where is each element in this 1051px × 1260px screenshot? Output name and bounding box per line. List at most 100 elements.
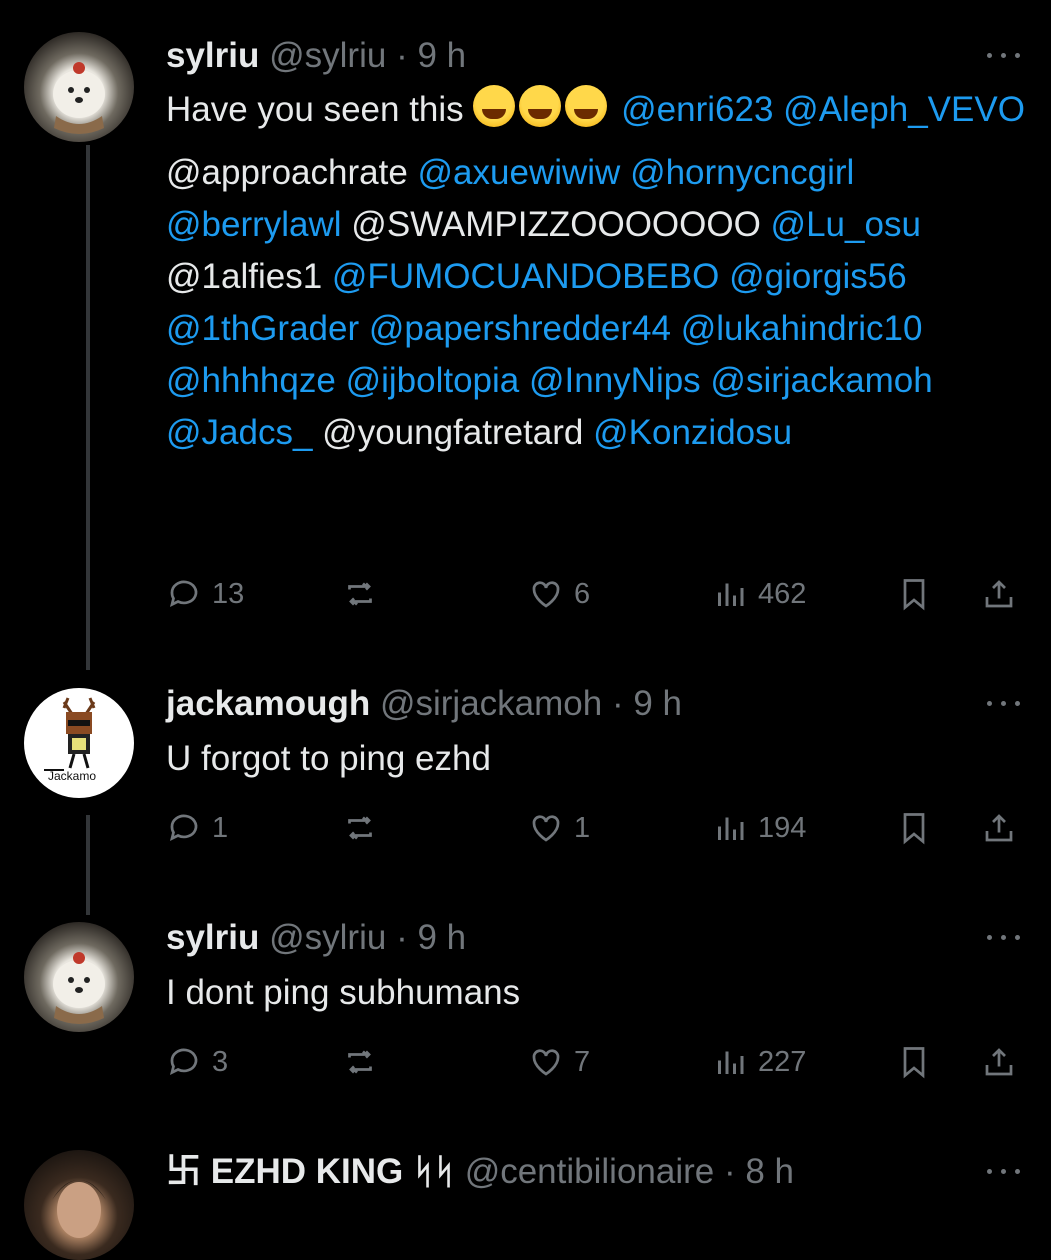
- share-button[interactable]: [981, 1040, 1017, 1084]
- more-options-icon[interactable]: [987, 50, 1023, 60]
- timestamp[interactable]: · 8 h: [724, 1152, 794, 1191]
- display-name[interactable]: sylriu: [166, 918, 259, 957]
- tweet-text-segment: I dont ping subhumans: [166, 973, 521, 1012]
- mention-link[interactable]: @hornycncgirl: [630, 153, 854, 192]
- mention-link[interactable]: @berrylawl: [166, 205, 342, 244]
- tweet-text-segment: Have you seen this: [166, 90, 474, 129]
- tweet-text-segment: @1alfies1: [166, 257, 332, 296]
- avatar[interactable]: [24, 922, 134, 1032]
- views-count: 194: [758, 811, 807, 844]
- mention-link[interactable]: @Konzidosu: [593, 413, 792, 452]
- repost-icon: [342, 1044, 378, 1080]
- reply-button[interactable]: 1: [166, 806, 228, 850]
- share-icon: [981, 810, 1017, 846]
- mention-link[interactable]: @1thGrader: [166, 309, 359, 348]
- reply-button[interactable]: 3: [166, 1040, 228, 1084]
- like-button[interactable]: 1: [528, 806, 590, 850]
- mention-link[interactable]: @axuewiwiw: [418, 153, 621, 192]
- like-count: 7: [574, 1045, 591, 1078]
- more-options-icon[interactable]: [987, 932, 1023, 942]
- user-handle[interactable]: @sylriu: [269, 918, 386, 957]
- bookmark-icon: [896, 576, 932, 612]
- tears-of-joy-icon: [473, 85, 516, 127]
- share-icon: [981, 576, 1017, 612]
- action-bar: 3 7 227: [166, 1040, 1031, 1084]
- tweet-text: I dont ping subhumans: [166, 967, 1026, 1019]
- action-bar: 13 6 462: [166, 572, 1031, 616]
- display-name[interactable]: jackamough: [166, 684, 370, 723]
- like-count: 6: [574, 577, 591, 610]
- timestamp[interactable]: · 9 h: [396, 36, 466, 75]
- user-handle[interactable]: @sirjackamoh: [380, 684, 602, 723]
- thread-line: [86, 815, 90, 915]
- mention-link[interactable]: @hhhhqze: [166, 361, 336, 400]
- action-bar: 1 1 194: [166, 806, 1031, 850]
- tweet-text-segment: [519, 361, 529, 400]
- mention-link[interactable]: @Lu_osu: [771, 205, 921, 244]
- user-handle[interactable]: @centibilionaire: [465, 1152, 715, 1191]
- bookmark-button[interactable]: [896, 1040, 932, 1084]
- like-icon: [528, 576, 564, 612]
- mention-link[interactable]: @papershredder44: [369, 309, 671, 348]
- dog-avatar-image: [53, 62, 105, 134]
- like-icon: [528, 1044, 564, 1080]
- tears-of-joy-icon: [519, 85, 562, 127]
- tweet-text-segment: [719, 257, 729, 296]
- tweet-text: U forgot to ping ezhd: [166, 733, 1026, 785]
- reply-button[interactable]: 13: [166, 572, 244, 616]
- views-button[interactable]: 194: [712, 806, 806, 850]
- mention-link[interactable]: @ijboltopia: [346, 361, 520, 400]
- bookmark-icon: [896, 810, 932, 846]
- tweet-text-segment: [773, 90, 783, 129]
- like-button[interactable]: 6: [528, 572, 590, 616]
- repost-icon: [342, 810, 378, 846]
- reply-count: 1: [212, 811, 229, 844]
- avatar[interactable]: [24, 32, 134, 142]
- repost-icon: [342, 576, 378, 612]
- views-count: 227: [758, 1045, 807, 1078]
- mention-link[interactable]: @giorgis56: [729, 257, 907, 296]
- share-icon: [981, 1044, 1017, 1080]
- avatar[interactable]: Jackamo: [24, 688, 134, 798]
- mention-link[interactable]: @InnyNips: [529, 361, 701, 400]
- share-button[interactable]: [981, 806, 1017, 850]
- views-icon: [712, 810, 748, 846]
- bookmark-button[interactable]: [896, 806, 932, 850]
- reply-icon: [166, 1044, 202, 1080]
- mention-link[interactable]: @Jadcs_: [166, 413, 312, 452]
- reply-icon: [166, 810, 202, 846]
- tweet-text-segment: [671, 309, 681, 348]
- avatar[interactable]: [24, 1150, 134, 1260]
- repost-button[interactable]: [342, 806, 378, 850]
- views-icon: [712, 576, 748, 612]
- tweet-text-segment: [359, 309, 369, 348]
- display-name[interactable]: sylriu: [166, 36, 259, 75]
- timestamp[interactable]: · 9 h: [396, 918, 466, 957]
- thread-line: [86, 145, 90, 670]
- display-name[interactable]: 卐 EZHD KING ᛋᛋ: [166, 1152, 455, 1191]
- tweet-text-segment: [336, 361, 346, 400]
- tweet-text-segment: @approachrate: [166, 153, 418, 192]
- mention-link[interactable]: @sirjackamoh: [710, 361, 932, 400]
- mention-link[interactable]: @lukahindric10: [681, 309, 923, 348]
- views-button[interactable]: 462: [712, 572, 806, 616]
- like-icon: [528, 810, 564, 846]
- mention-link[interactable]: @FUMOCUANDOBEBO: [332, 257, 720, 296]
- mention-link[interactable]: @Aleph_VEVO: [783, 90, 1025, 129]
- tweet-text-segment: [620, 153, 630, 192]
- face-avatar-image: [52, 1180, 106, 1238]
- timestamp[interactable]: · 9 h: [612, 684, 682, 723]
- share-button[interactable]: [981, 572, 1017, 616]
- tweet-text-segment: [701, 361, 711, 400]
- like-button[interactable]: 7: [528, 1040, 590, 1084]
- bookmark-button[interactable]: [896, 572, 932, 616]
- jackamo-avatar-image: Jackamo: [44, 697, 96, 783]
- repost-button[interactable]: [342, 572, 378, 616]
- views-button[interactable]: 227: [712, 1040, 806, 1084]
- more-options-icon[interactable]: [987, 698, 1023, 708]
- tweet-text-segment: [611, 90, 621, 129]
- more-options-icon[interactable]: [987, 1166, 1023, 1176]
- user-handle[interactable]: @sylriu: [269, 36, 386, 75]
- mention-link[interactable]: @enri623: [621, 90, 773, 129]
- repost-button[interactable]: [342, 1040, 378, 1084]
